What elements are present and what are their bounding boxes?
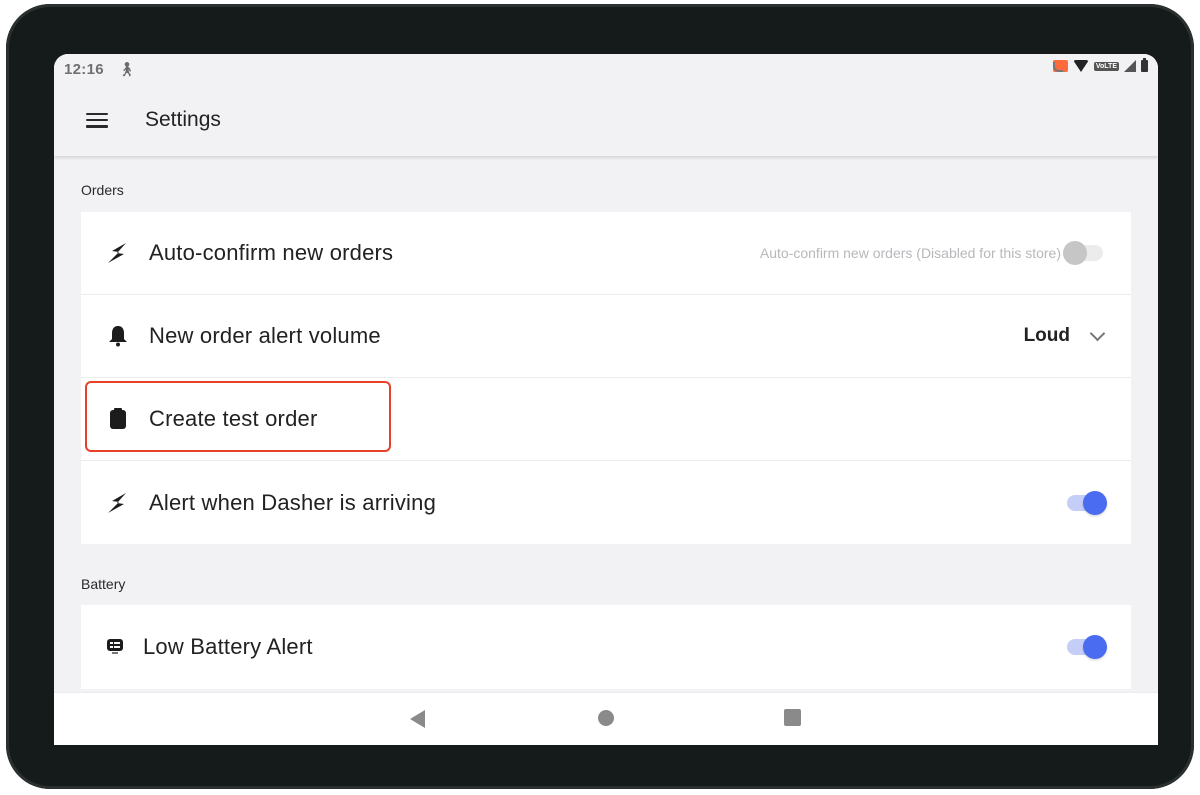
settings-content: Orders Auto-confirm new orders Auto-conf… (54, 156, 1158, 693)
cast-icon (1052, 60, 1068, 72)
setting-row-low-battery: Low Battery Alert (81, 605, 1131, 689)
back-icon[interactable] (410, 710, 425, 728)
accessibility-run-icon: 🚶︎ (117, 60, 136, 77)
lightning-icon (105, 240, 131, 266)
signal-icon (1124, 60, 1136, 72)
page-title: Settings (145, 108, 221, 131)
setting-label: Low Battery Alert (143, 634, 313, 659)
home-icon[interactable] (598, 710, 614, 726)
battery-icon (1141, 58, 1148, 72)
volte-icon: VoLTE (1093, 61, 1119, 71)
bell-icon (105, 323, 131, 349)
hamburger-menu-icon[interactable] (86, 112, 108, 128)
status-time: 12:16 (64, 60, 104, 78)
auto-confirm-toggle[interactable] (1063, 241, 1103, 265)
setting-label: Create test order (149, 406, 318, 431)
wifi-icon (1072, 60, 1089, 72)
setting-label: Alert when Dasher is arriving (149, 489, 437, 515)
battery-card: Low Battery Alert (81, 605, 1131, 689)
recents-icon[interactable] (784, 709, 801, 726)
low-battery-toggle[interactable] (1067, 635, 1107, 659)
app-bar: Settings (54, 84, 1158, 156)
dasher-arriving-toggle[interactable] (1067, 490, 1107, 515)
system-nav-bar (54, 692, 1158, 745)
setting-row-auto-confirm: Auto-confirm new orders Auto-confirm new… (81, 212, 1131, 295)
status-icons: VoLTE (1052, 58, 1148, 72)
section-label-orders: Orders (81, 182, 124, 198)
tablet-frame: 12:16 🚶︎ VoLTE Settings Orders Auto-conf… (6, 4, 1194, 789)
setting-row-alert-volume[interactable]: New order alert volume Loud (81, 295, 1131, 378)
setting-label: Auto-confirm new orders (149, 240, 394, 265)
setting-row-dasher-arriving: Alert when Dasher is arriving (81, 461, 1131, 544)
battery-alert-icon (105, 634, 125, 660)
setting-row-create-test-order[interactable]: Create test order (81, 378, 1131, 461)
chevron-down-icon (1089, 325, 1106, 341)
setting-label: New order alert volume (149, 323, 381, 348)
section-label-battery: Battery (81, 576, 126, 592)
clipboard-icon (105, 406, 131, 432)
orders-card: Auto-confirm new orders Auto-confirm new… (81, 212, 1131, 544)
dropdown-value: Loud (1023, 325, 1070, 346)
disabled-hint: Auto-confirm new orders (Disabled for th… (759, 245, 1061, 261)
lightning-icon (105, 490, 131, 516)
volume-dropdown[interactable]: Loud (1023, 325, 1106, 347)
screen: 12:16 🚶︎ VoLTE Settings Orders Auto-conf… (54, 54, 1158, 745)
status-bar: 12:16 🚶︎ VoLTE (54, 54, 1158, 84)
